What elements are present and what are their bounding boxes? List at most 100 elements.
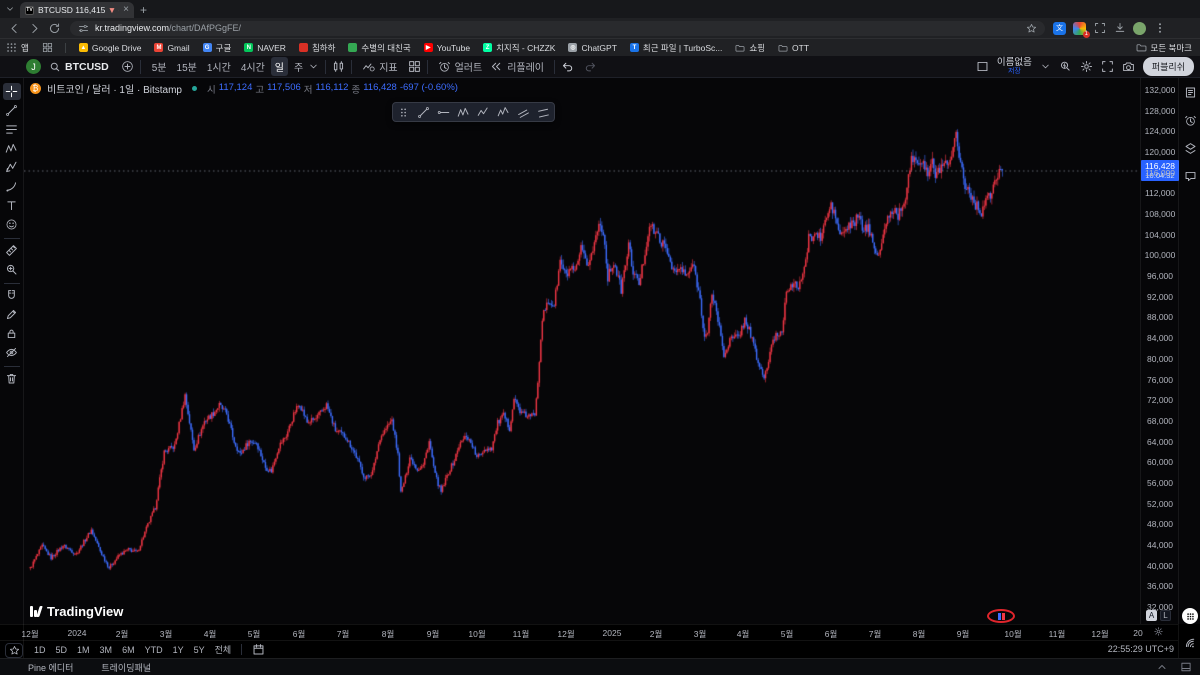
compare-add-icon[interactable] xyxy=(121,60,134,73)
floating-drawing-toolbar[interactable] xyxy=(392,102,555,122)
settings-gear-icon[interactable] xyxy=(1080,60,1093,73)
refresh-icon[interactable] xyxy=(44,22,64,35)
layout-select-icon[interactable] xyxy=(976,60,989,73)
layout-grid-icon[interactable] xyxy=(408,60,421,73)
panel-toggle-icon[interactable] xyxy=(1180,661,1192,673)
quick-search-icon[interactable] xyxy=(1059,60,1072,73)
crosshair-icon[interactable] xyxy=(3,83,21,100)
bookmark-item[interactable]: ◎ChatGPT xyxy=(568,42,616,54)
all-bookmarks-button[interactable]: 모든 북마크 xyxy=(1136,42,1192,54)
chart-legend[interactable]: ₿ 비트코인 / 달러 · 1일 · Bitstamp 시117,124 고11… xyxy=(30,81,458,96)
disjoint-channel-icon[interactable] xyxy=(537,106,550,119)
red-ellipse-annotation[interactable] xyxy=(987,609,1015,623)
fullscreen-icon[interactable] xyxy=(1101,60,1114,73)
range-button[interactable]: YTD xyxy=(145,645,163,655)
range-button[interactable]: 6M xyxy=(122,645,135,655)
chart-style-candles-icon[interactable] xyxy=(332,60,345,73)
bookmark-item[interactable]: MGmail xyxy=(154,42,189,54)
forward-icon[interactable] xyxy=(24,22,44,35)
range-button[interactable]: 5D xyxy=(56,645,68,655)
timeframe-chevron-icon[interactable] xyxy=(308,61,319,72)
text-icon[interactable] xyxy=(3,197,21,214)
clock-utc[interactable]: 22:55:29 UTC+9 xyxy=(1108,644,1174,654)
bookmark-item[interactable]: Z치지직 - CHZZK xyxy=(483,42,555,54)
price-axis[interactable]: 116,428 10:04:32 132,000128,000124,00012… xyxy=(1140,78,1178,624)
bookmark-item[interactable]: ▶YouTube xyxy=(424,42,470,54)
tab-search-chevron-icon[interactable] xyxy=(3,2,17,16)
trendline-icon[interactable] xyxy=(3,102,21,119)
lock-icon[interactable] xyxy=(3,325,21,342)
translate-extension-icon[interactable]: 文 xyxy=(1053,22,1066,35)
timeframe-button[interactable]: 1시간 xyxy=(203,57,235,76)
chrome-profile-avatar[interactable] xyxy=(1133,22,1146,35)
timeframe-button[interactable]: 주 xyxy=(290,57,307,76)
publish-button[interactable]: 퍼블리쉬 xyxy=(1143,57,1194,76)
trading-panel-tab[interactable]: 트레이딩패널 xyxy=(101,661,151,674)
log-scale-toggle[interactable]: L xyxy=(1160,610,1171,621)
range-button[interactable]: 3M xyxy=(100,645,113,655)
auto-scale-toggle[interactable]: A xyxy=(1146,610,1157,621)
horizontal-ray-icon[interactable] xyxy=(437,106,450,119)
range-button[interactable]: 1Y xyxy=(173,645,184,655)
trendline-icon[interactable] xyxy=(417,106,430,119)
magnet-icon[interactable] xyxy=(3,287,21,304)
zigzag-icon[interactable] xyxy=(477,106,490,119)
drag-icon[interactable] xyxy=(397,106,410,119)
alert-button[interactable]: 얼러트 xyxy=(434,57,487,76)
tv-user-avatar[interactable]: J xyxy=(26,59,41,74)
symbol-search-button[interactable]: BTCUSD xyxy=(65,61,109,73)
candlestick-chart[interactable] xyxy=(24,78,1140,624)
elliott-icon[interactable] xyxy=(497,106,510,119)
redo-icon[interactable] xyxy=(584,60,597,73)
ruler-icon[interactable] xyxy=(3,242,21,259)
watchlist-icon[interactable] xyxy=(1182,84,1198,100)
back-icon[interactable] xyxy=(4,22,24,35)
bookmark-item[interactable]: OTT xyxy=(778,42,809,54)
go-to-date-calendar-icon[interactable] xyxy=(252,643,265,656)
bookmark-item[interactable]: ▲Google Drive xyxy=(79,42,142,54)
timeframe-button[interactable]: 일 xyxy=(271,57,288,76)
undo-icon[interactable] xyxy=(561,60,574,73)
parallel-channel-icon[interactable] xyxy=(517,106,530,119)
address-input[interactable]: kr.tradingview.com/chart/DAfPGgFE/ xyxy=(70,21,1045,36)
bookmark-item[interactable]: T최근 파일 | TurboSc... xyxy=(630,42,722,54)
timeframe-button[interactable]: 15분 xyxy=(173,57,201,76)
indicators-button[interactable]: 지표 xyxy=(358,57,401,76)
capture-extension-icon[interactable] xyxy=(1093,22,1106,35)
layers-icon[interactable] xyxy=(1182,140,1198,156)
timeframe-button[interactable]: 5분 xyxy=(148,57,171,76)
xabcd-icon[interactable] xyxy=(3,140,21,157)
chrome-menu-kebab-icon[interactable] xyxy=(1153,22,1166,35)
bookmark-item[interactable]: 침하하 xyxy=(299,42,335,54)
tab-groups-icon[interactable] xyxy=(42,42,53,53)
eye-off-icon[interactable] xyxy=(3,344,21,361)
bookmark-item[interactable]: NNAVER xyxy=(244,42,286,54)
bookmark-item[interactable]: 수별의 대친국 xyxy=(348,42,410,54)
range-button[interactable]: 1D xyxy=(34,645,46,655)
layout-name-button[interactable]: 이름없음 저장 xyxy=(997,58,1032,76)
zoom-icon[interactable] xyxy=(3,261,21,278)
chat-icon[interactable] xyxy=(1182,168,1198,184)
trash-icon[interactable] xyxy=(3,370,21,387)
apps-shortcut[interactable]: 앱 xyxy=(6,42,29,54)
range-button[interactable]: 전체 xyxy=(215,643,232,656)
signal-icon[interactable] xyxy=(1182,634,1198,650)
save-link[interactable]: 저장 xyxy=(1008,68,1021,75)
range-button[interactable]: 5Y xyxy=(194,645,205,655)
emoji-icon[interactable] xyxy=(3,216,21,233)
pine-editor-tab[interactable]: Pine 에디터 xyxy=(28,661,73,674)
symbol-search-icon[interactable] xyxy=(49,61,61,73)
time-axis[interactable]: 12월20242월3월4월5월6월7월8월9월10월11월12월20252월3월… xyxy=(0,624,1178,640)
timeframe-button[interactable]: 4시간 xyxy=(237,57,269,76)
download-icon[interactable] xyxy=(1113,22,1126,35)
browser-tab[interactable]: TV BTCUSD 116,415 ▼ -0.61% × xyxy=(20,2,134,18)
layout-chevron-icon[interactable] xyxy=(1040,61,1051,72)
bookmark-item[interactable]: 쇼핑 xyxy=(735,42,765,54)
pencil-icon[interactable] xyxy=(3,306,21,323)
bookmark-star-icon[interactable] xyxy=(1026,23,1037,34)
alert-clock-icon[interactable] xyxy=(1182,112,1198,128)
replay-button[interactable]: 리플레이 xyxy=(486,57,548,76)
brush-icon[interactable] xyxy=(3,178,21,195)
bookmark-item[interactable]: G구글 xyxy=(203,42,232,54)
range-button[interactable]: 1M xyxy=(77,645,90,655)
